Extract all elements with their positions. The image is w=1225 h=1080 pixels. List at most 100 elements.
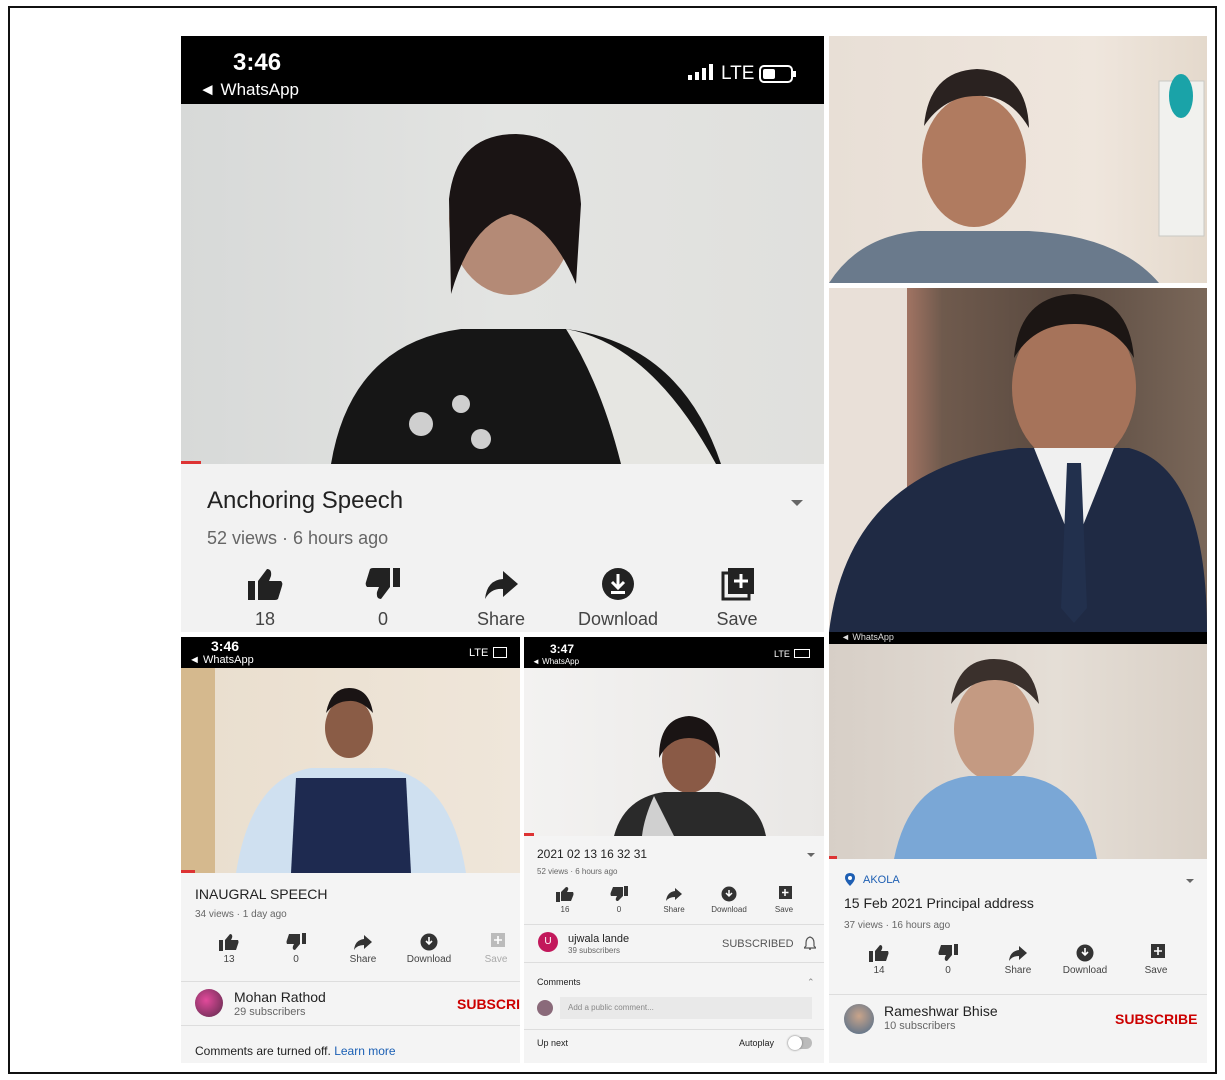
user-avatar — [537, 1000, 553, 1016]
subscriber-count: 29 subscribers — [234, 1006, 306, 1018]
channel-name[interactable]: Mohan Rathod — [234, 989, 326, 1005]
share-label: Share — [476, 609, 526, 629]
video-title: 15 Feb 2021 Principal address — [844, 895, 1034, 911]
signal-icon — [688, 64, 716, 85]
download-button[interactable]: Download — [401, 933, 457, 965]
bell-icon[interactable] — [802, 936, 818, 955]
share-button[interactable]: Share — [341, 933, 385, 965]
status-time: 3:46 — [233, 49, 282, 76]
video-info-2021: 2021 02 13 16 32 31 52 views · 6 hours a… — [524, 836, 824, 1063]
like-count: 16 — [560, 905, 570, 914]
expand-chevron-icon[interactable] — [791, 500, 803, 506]
like-count: 14 — [873, 965, 885, 976]
battery-icon — [759, 65, 797, 88]
video-anchoring-speech[interactable] — [181, 104, 824, 464]
subscriber-count: 39 subscribers — [568, 946, 621, 955]
download-label: Download — [406, 954, 452, 965]
save-icon — [721, 568, 754, 601]
save-label: Save — [484, 954, 508, 965]
share-icon — [485, 571, 518, 599]
comments-status: Comments are turned off. Learn more — [195, 1044, 396, 1058]
divider — [524, 962, 824, 963]
share-button[interactable]: Share — [997, 944, 1039, 976]
video-participant-top-right[interactable] — [829, 36, 1207, 283]
channel-name[interactable]: ujwala lande — [568, 933, 629, 945]
comments-off-text: Comments are turned off. — [195, 1044, 331, 1058]
save-button[interactable]: Save — [770, 886, 798, 914]
back-to-whatsapp-link[interactable]: ◄ WhatsApp — [199, 80, 299, 100]
speaker-silhouette — [331, 134, 721, 464]
share-icon — [1009, 946, 1027, 961]
download-icon — [721, 886, 737, 902]
avatar[interactable] — [844, 1004, 874, 1034]
download-button[interactable]: Download — [573, 567, 663, 630]
back-to-whatsapp-link[interactable]: ◄ WhatsApp — [189, 654, 254, 666]
network-label: LTE — [774, 649, 790, 659]
share-label: Share — [349, 954, 377, 965]
video-meta: 34 views · 1 day ago — [195, 909, 287, 920]
subscribe-button[interactable]: SUBSCRIBE — [1115, 1011, 1197, 1027]
share-button[interactable]: Share — [656, 886, 692, 914]
video-principal-address[interactable] — [829, 644, 1207, 859]
video-meta: 52 views · 6 hours ago — [207, 528, 389, 548]
comment-input[interactable]: Add a public comment... — [560, 997, 812, 1019]
download-button[interactable]: Download — [706, 886, 752, 914]
location-tag[interactable]: AKOLA — [863, 874, 900, 886]
speaker-silhouette — [894, 659, 1097, 859]
video-2021-02-13[interactable] — [524, 668, 824, 836]
expand-chevron-icon[interactable] — [807, 853, 815, 857]
dislike-button[interactable]: 0 — [936, 944, 960, 976]
like-button[interactable]: 13 — [217, 933, 241, 965]
like-icon — [219, 934, 239, 951]
status-bar-main: 3:46 ◄ WhatsApp LTE — [181, 36, 824, 104]
download-label: Download — [1062, 965, 1108, 976]
back-to-whatsapp-link[interactable]: ◄ WhatsApp — [841, 632, 894, 642]
like-button[interactable]: 18 — [235, 567, 295, 630]
expand-comments-icon[interactable]: ⌃ — [807, 977, 815, 988]
download-label: Download — [711, 905, 747, 914]
video-meta: 52 views · 6 hours ago — [537, 867, 618, 876]
avatar[interactable]: U — [538, 932, 558, 952]
divider — [181, 981, 520, 982]
dislike-count: 0 — [945, 965, 951, 976]
status-bar-bottom-right: ◄ WhatsApp — [829, 632, 1207, 644]
dislike-button[interactable]: 0 — [608, 886, 630, 914]
status-bar-bottom-left: 3:46 ◄ WhatsApp LTE — [181, 637, 520, 668]
save-button[interactable]: Save — [479, 933, 513, 965]
video-participant-mid-right[interactable] — [829, 288, 1207, 632]
save-button[interactable]: Save — [1139, 944, 1173, 976]
divider — [524, 1029, 824, 1030]
status-bar-bottom-middle: 3:47 ◄ WhatsApp LTE — [524, 637, 824, 668]
battery-icon — [794, 649, 810, 658]
save-icon — [779, 886, 792, 899]
participant-silhouette — [829, 288, 1207, 632]
like-button[interactable]: 14 — [867, 944, 891, 976]
share-icon — [354, 935, 372, 950]
expand-chevron-icon[interactable] — [1186, 879, 1194, 883]
comments-label[interactable]: Comments — [537, 977, 581, 987]
learn-more-link[interactable]: Learn more — [334, 1044, 395, 1058]
share-button[interactable]: Share — [466, 567, 536, 630]
participant-silhouette — [829, 69, 1205, 283]
up-next-label: Up next — [537, 1038, 569, 1048]
battery-icon — [493, 647, 507, 658]
video-info-principal: AKOLA 15 Feb 2021 Principal address 37 v… — [829, 859, 1207, 1063]
back-to-whatsapp-link[interactable]: ◄ WhatsApp — [532, 657, 579, 666]
autoplay-toggle[interactable] — [788, 1036, 812, 1050]
network-label: LTE — [721, 63, 755, 84]
like-button[interactable]: 16 — [554, 886, 576, 914]
download-label: Download — [577, 609, 659, 629]
dislike-button[interactable]: 0 — [284, 933, 308, 965]
dislike-button[interactable]: 0 — [353, 567, 413, 630]
avatar[interactable] — [195, 989, 223, 1017]
subscribed-button[interactable]: SUBSCRIBED — [722, 938, 794, 950]
save-label: Save — [1144, 965, 1168, 976]
download-button[interactable]: Download — [1057, 944, 1113, 976]
network-label: LTE — [469, 647, 489, 659]
channel-name[interactable]: Rameshwar Bhise — [884, 1003, 998, 1019]
save-button[interactable]: Save — [702, 567, 772, 630]
subscribe-button[interactable]: SUBSCRIBE — [457, 996, 520, 1012]
divider — [524, 924, 824, 925]
video-title: INAUGRAL SPEECH — [195, 886, 328, 902]
video-inaugral-speech[interactable] — [181, 668, 520, 873]
